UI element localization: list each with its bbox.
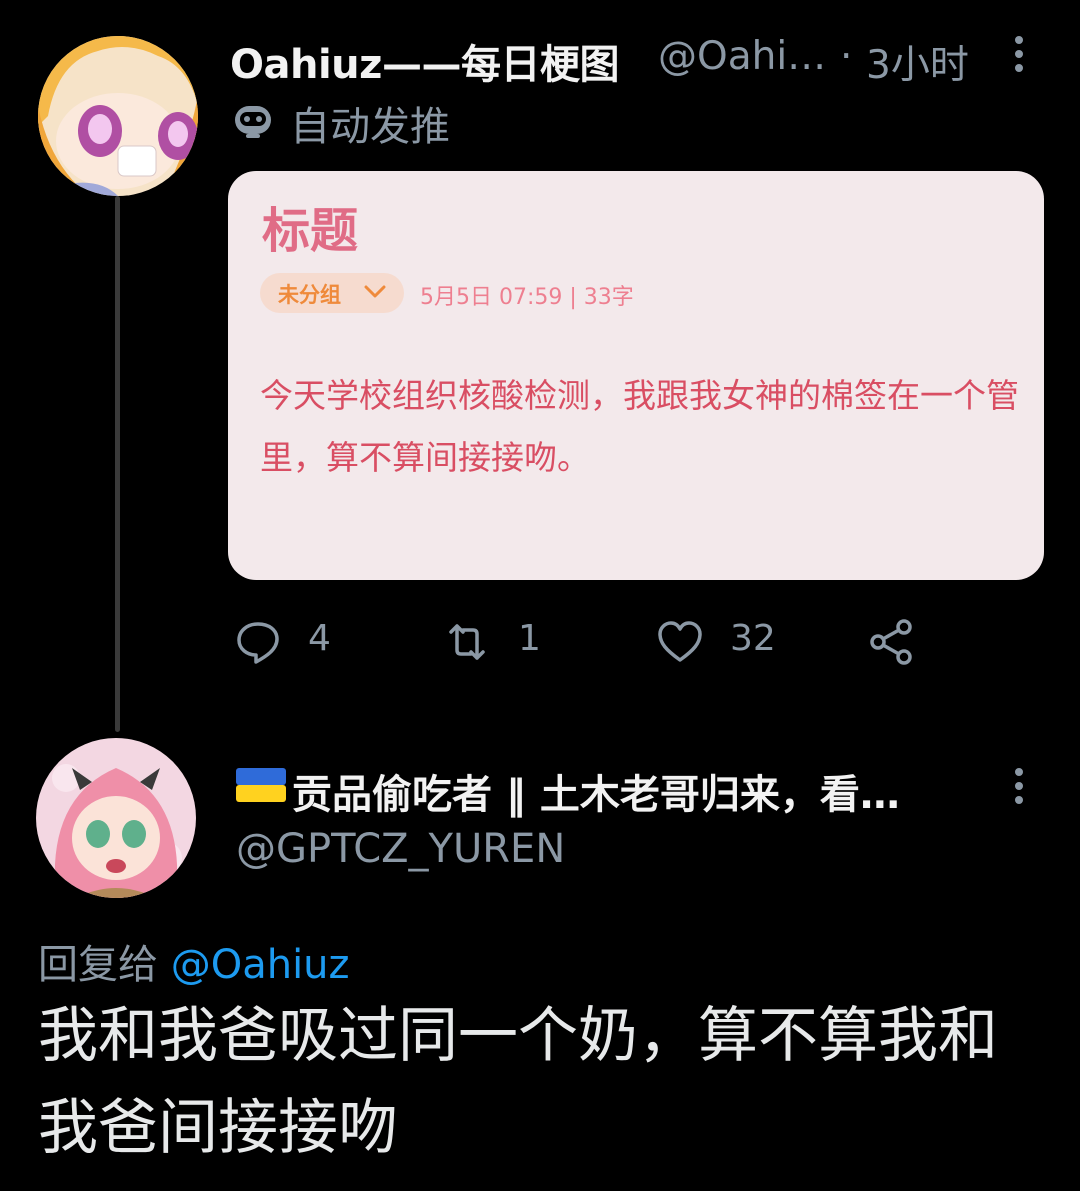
chevron-down-icon [364, 285, 386, 298]
reply-count: 4 [308, 618, 331, 659]
retweet-icon[interactable] [443, 618, 491, 666]
tweet2-handle[interactable]: @GPTCZ_YUREN [236, 826, 565, 872]
tweet2-display-name[interactable]: 贡品偷吃者 ‖ 土木老哥归来，看… [292, 762, 900, 820]
automated-account-label: 自动发推 [290, 104, 450, 150]
note-title: 标题 [262, 203, 359, 259]
share-icon[interactable] [868, 618, 916, 666]
tweet1-handle[interactable]: @Oahi… [658, 34, 826, 79]
ukraine-flag-icon [236, 768, 286, 802]
avatar-oahiuz[interactable] [38, 36, 198, 196]
note-meta: 5月5日 07:59 | 33字 [420, 285, 634, 310]
tweet1-separator: · [840, 34, 853, 79]
note-body: 今天学校组织核酸检测，我跟我女神的棉签在一个管里，算不算间接接吻。 [260, 376, 1019, 477]
more-vertical-icon[interactable] [1013, 36, 1025, 72]
retweet-count: 1 [518, 618, 541, 659]
reply-to-link[interactable]: @Oahiuz [171, 942, 350, 988]
robot-icon [235, 106, 271, 138]
like-icon[interactable] [656, 618, 704, 666]
reply-context: 回复给 @Oahiuz [38, 932, 350, 990]
like-count: 32 [730, 618, 776, 659]
reply-prefix-label: 回复给 [38, 942, 158, 988]
avatar-gptcz-yuren[interactable] [36, 738, 196, 898]
more-vertical-icon[interactable] [1013, 768, 1025, 804]
tweet2-text: 我和我爸吸过同一个奶，算不算我和我爸间接接吻 [38, 1001, 998, 1163]
group-label: 未分组 [278, 283, 341, 307]
tweet1-image-card[interactable]: 标题 未分组 5月5日 07:59 | 33字 今天学校组织核酸检测，我跟我女神… [228, 171, 1044, 580]
thread-connector-line [115, 196, 120, 732]
tweet1-timestamp[interactable]: 3小时 [866, 34, 969, 90]
tweet1-display-name[interactable]: Oahiuz——每日梗图 [230, 32, 619, 90]
reply-icon[interactable] [234, 618, 282, 666]
